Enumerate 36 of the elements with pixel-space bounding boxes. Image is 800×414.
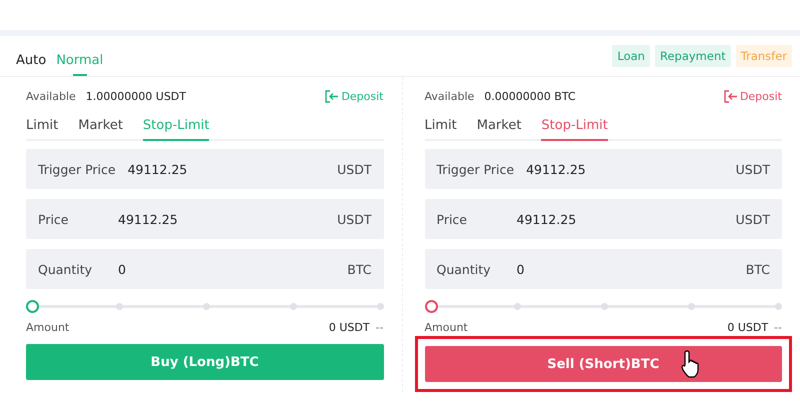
order-type-tab[interactable]: Market (476, 113, 522, 141)
amount-label: Amount (26, 320, 70, 334)
input-field[interactable]: Quantity 0 BTC (424, 249, 782, 289)
slider-tick (601, 303, 608, 310)
amount-extra: -- (774, 320, 782, 334)
order-type-tab[interactable]: Limit (26, 113, 58, 141)
input-field[interactable]: Trigger Price 49112.25 USDT (424, 149, 782, 189)
slider-thumb[interactable] (424, 300, 438, 313)
input-field[interactable]: Price 49112.25 USDT (424, 199, 782, 239)
slider-tick (202, 303, 210, 310)
input-field[interactable]: Trigger Price 49112.25 USDT (26, 149, 384, 189)
input-field[interactable]: Quantity 0 BTC (26, 249, 384, 289)
deposit-icon (724, 90, 738, 102)
slider-tick (514, 303, 522, 310)
available-label: Available (26, 90, 76, 102)
amount-value: 0 USDT (328, 320, 370, 334)
slider-thumb[interactable] (26, 300, 39, 313)
amount-extra: -- (376, 320, 384, 334)
order-button[interactable]: Sell (Short)BTC (424, 346, 782, 382)
slider-tick (688, 303, 696, 310)
order-type-tab[interactable]: Stop-Limit (541, 113, 608, 141)
mode-tab[interactable]: Auto (16, 43, 46, 76)
deposit-link[interactable]: Deposit (724, 90, 782, 102)
order-type-tab[interactable]: Limit (424, 113, 457, 141)
input-field[interactable]: Price 49112.25 USDT (26, 199, 384, 239)
order-type-tab[interactable]: Market (78, 113, 123, 141)
available-balance: 1.00000000 USDT (86, 90, 186, 102)
deposit-icon (325, 90, 340, 102)
amount-value: 0 USDT (727, 320, 768, 334)
amount-label: Amount (424, 320, 468, 334)
slider-tick (290, 303, 297, 310)
available-label: Available (424, 90, 474, 102)
slider-tick (376, 303, 384, 310)
available-balance: 0.00000000 BTC (484, 90, 576, 102)
slider-tick (116, 303, 123, 310)
slider-tick (775, 303, 782, 310)
